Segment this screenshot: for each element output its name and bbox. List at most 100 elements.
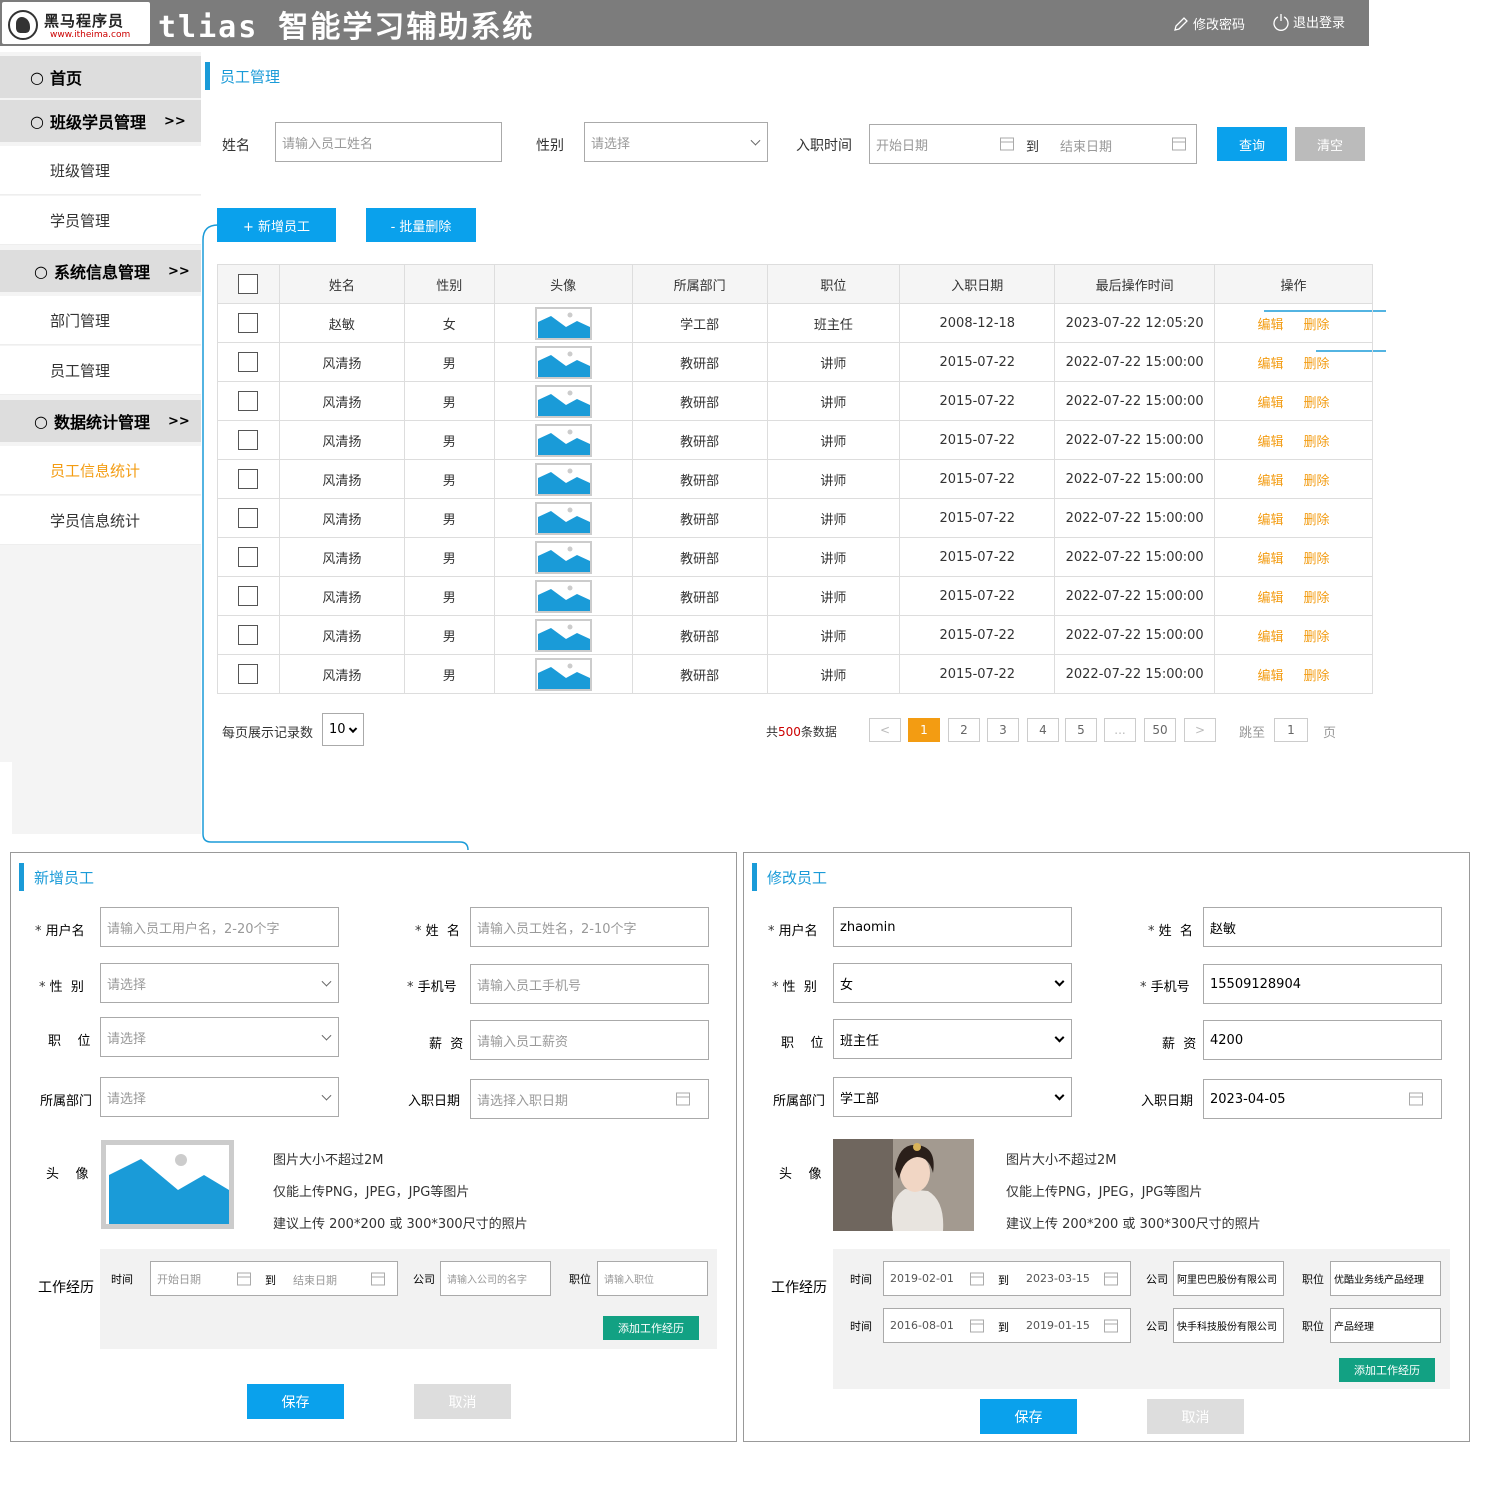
avatar-thumbnail[interactable] (534, 423, 592, 457)
exp-date-range[interactable]: 2016-08-01 到 2019-01-15 (883, 1308, 1131, 1343)
phone-input[interactable]: 请输入员工手机号 (470, 964, 709, 1004)
avatar-thumbnail[interactable] (534, 384, 592, 418)
row-checkbox[interactable] (238, 469, 259, 489)
edit-link[interactable]: 编辑 (1258, 669, 1284, 684)
clear-button[interactable]: 清空 (1295, 127, 1365, 161)
row-checkbox[interactable] (238, 313, 259, 333)
avatar-thumbnail[interactable] (534, 306, 592, 340)
save-button[interactable]: 保存 (247, 1384, 344, 1419)
cancel-button[interactable]: 取消 (414, 1384, 511, 1419)
avatar-photo[interactable] (833, 1139, 974, 1231)
delete-link[interactable]: 删除 (1304, 669, 1330, 684)
row-checkbox[interactable] (238, 586, 259, 606)
delete-link[interactable]: 删除 (1304, 513, 1330, 528)
sidebar-group-class[interactable]: ○ 班级学员管理 >> (0, 100, 201, 142)
edit-link[interactable]: 编辑 (1258, 318, 1284, 333)
date-range-picker[interactable]: 开始日期 到 结束日期 (869, 124, 1197, 164)
edit-link[interactable]: 编辑 (1258, 357, 1284, 372)
next-page-button[interactable]: > (1184, 718, 1216, 742)
delete-link[interactable]: 删除 (1304, 630, 1330, 645)
company-input[interactable]: 快手科技股份有限公司 (1173, 1308, 1284, 1343)
avatar-thumbnail[interactable] (534, 462, 592, 496)
salary-input[interactable]: 请输入员工薪资 (470, 1020, 709, 1060)
row-checkbox[interactable] (238, 664, 259, 684)
name-input[interactable]: 请输入员工姓名，2-10个字 (470, 907, 709, 947)
prev-page-button[interactable]: < (869, 718, 901, 742)
cancel-button[interactable]: 取消 (1147, 1399, 1244, 1434)
row-checkbox[interactable] (238, 391, 259, 411)
delete-link[interactable]: 删除 (1304, 396, 1330, 411)
gender-select[interactable]: 请选择 (100, 963, 339, 1003)
select-all-checkbox[interactable] (238, 274, 259, 294)
edit-link[interactable]: 编辑 (1258, 435, 1284, 450)
avatar-thumbnail[interactable] (534, 657, 592, 691)
avatar-thumbnail[interactable] (534, 579, 592, 613)
sidebar-item-student-stat[interactable]: 学员信息统计 (0, 496, 201, 545)
edit-link[interactable]: 编辑 (1258, 474, 1284, 489)
page-button[interactable]: 2 (948, 718, 980, 742)
edit-link[interactable]: 编辑 (1258, 552, 1284, 567)
row-checkbox[interactable] (238, 352, 259, 372)
job-select[interactable]: 班主任 (833, 1019, 1072, 1059)
avatar-thumbnail[interactable] (534, 501, 592, 535)
delete-link[interactable]: 删除 (1304, 318, 1330, 333)
position-input[interactable]: 优酷业务线产品经理 (1330, 1261, 1441, 1296)
row-checkbox[interactable] (238, 430, 259, 450)
sidebar-item-dept-mgmt[interactable]: 部门管理 (0, 296, 201, 345)
sidebar-item-emp-stat[interactable]: 员工信息统计 (0, 446, 201, 495)
dept-select[interactable]: 请选择 (100, 1077, 339, 1117)
page-button[interactable]: ... (1104, 718, 1136, 742)
edit-link[interactable]: 编辑 (1258, 591, 1284, 606)
delete-link[interactable]: 删除 (1304, 474, 1330, 489)
name-input[interactable]: 赵敏 (1203, 907, 1442, 947)
row-checkbox[interactable] (238, 508, 259, 528)
edit-link[interactable]: 编辑 (1258, 396, 1284, 411)
query-button[interactable]: 查询 (1217, 127, 1287, 161)
exp-date-range[interactable]: 2019-02-01 到 2023-03-15 (883, 1261, 1131, 1296)
avatar-thumbnail[interactable] (534, 540, 592, 574)
position-input[interactable]: 请输入职位 (597, 1261, 708, 1296)
row-checkbox[interactable] (238, 547, 259, 567)
avatar-thumbnail[interactable] (534, 345, 592, 379)
logout-link[interactable]: 退出登录 (1272, 12, 1345, 31)
jump-page-input[interactable]: 1 (1274, 718, 1308, 742)
company-input[interactable]: 请输入公司的名字 (440, 1261, 551, 1296)
entry-date-picker[interactable]: 请选择入职日期 (470, 1079, 709, 1119)
edit-link[interactable]: 编辑 (1258, 630, 1284, 645)
username-input[interactable]: zhaomin (833, 907, 1072, 947)
page-button[interactable]: 50 (1144, 718, 1176, 742)
name-search-input[interactable]: 请输入员工姓名 (275, 122, 502, 162)
entry-date-picker[interactable]: 2023-04-05 (1203, 1079, 1442, 1119)
sidebar-group-system[interactable]: ○ 系统信息管理 >> (0, 250, 201, 292)
save-button[interactable]: 保存 (980, 1399, 1077, 1434)
sidebar-item-student-mgmt[interactable]: 学员管理 (0, 196, 201, 245)
sidebar-item-home[interactable]: ○ 首页 (0, 56, 201, 98)
sidebar-item-class-mgmt[interactable]: 班级管理 (0, 146, 201, 195)
company-input[interactable]: 阿里巴巴股份有限公司 (1173, 1261, 1284, 1296)
gender-select[interactable]: 女 (833, 963, 1072, 1003)
add-experience-button[interactable]: 添加工作经历 (603, 1316, 699, 1340)
page-button[interactable]: 3 (987, 718, 1019, 742)
job-select[interactable]: 请选择 (100, 1017, 339, 1057)
edit-link[interactable]: 编辑 (1258, 513, 1284, 528)
sidebar-item-emp-mgmt[interactable]: 员工管理 (0, 346, 201, 395)
page-size-select[interactable]: 10 (322, 713, 364, 746)
phone-input[interactable]: 15509128904 (1203, 964, 1442, 1004)
delete-link[interactable]: 删除 (1304, 552, 1330, 567)
page-button[interactable]: 4 (1027, 718, 1059, 742)
exp-date-range[interactable]: 开始日期 到 结束日期 (150, 1261, 398, 1296)
row-checkbox[interactable] (238, 625, 259, 645)
avatar-upload[interactable] (101, 1140, 234, 1229)
page-button[interactable]: 5 (1065, 718, 1097, 742)
salary-input[interactable]: 4200 (1203, 1020, 1442, 1060)
username-input[interactable]: 请输入员工用户名，2-20个字 (100, 907, 339, 947)
position-input[interactable]: 产品经理 (1330, 1308, 1441, 1343)
add-experience-button[interactable]: 添加工作经历 (1339, 1358, 1435, 1382)
delete-link[interactable]: 删除 (1304, 435, 1330, 450)
dept-select[interactable]: 学工部 (833, 1077, 1072, 1117)
avatar-thumbnail[interactable] (534, 618, 592, 652)
delete-link[interactable]: 删除 (1304, 357, 1330, 372)
change-password-link[interactable]: 修改密码 (1172, 14, 1245, 33)
gender-select[interactable]: 请选择 (584, 122, 768, 162)
sidebar-group-stats[interactable]: ○ 数据统计管理 >> (0, 400, 201, 442)
